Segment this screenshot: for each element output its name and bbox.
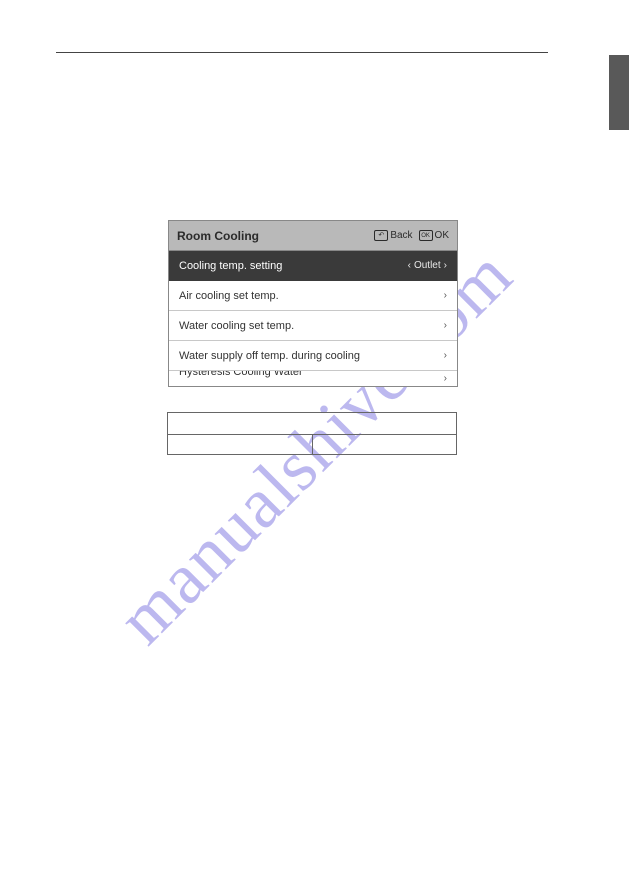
settings-table bbox=[167, 412, 457, 455]
chevron-right-icon: › bbox=[444, 260, 447, 271]
chevron-left-icon: ‹ bbox=[408, 260, 411, 271]
menu-row-water-cooling-set-temp[interactable]: Water cooling set temp. › bbox=[169, 311, 457, 341]
chevron-right-icon: › bbox=[444, 320, 447, 331]
table-cell bbox=[168, 413, 457, 435]
table-cell bbox=[168, 435, 313, 455]
menu-row-value: ‹ Outlet › bbox=[408, 260, 447, 271]
back-icon: ↶ bbox=[374, 230, 388, 241]
value-text: Outlet bbox=[414, 260, 441, 271]
screen-title: Room Cooling bbox=[177, 229, 259, 243]
chevron-right-icon: › bbox=[444, 373, 447, 384]
screen-header: Room Cooling ↶ Back OK OK bbox=[169, 221, 457, 251]
table-cell bbox=[312, 435, 457, 455]
ok-button[interactable]: OK OK bbox=[419, 230, 449, 241]
chevron-right-icon: › bbox=[444, 290, 447, 301]
page-side-tab bbox=[609, 55, 629, 130]
ok-icon: OK bbox=[419, 230, 433, 241]
menu-row-cooling-temp-setting[interactable]: Cooling temp. setting ‹ Outlet › bbox=[169, 251, 457, 281]
back-button[interactable]: ↶ Back bbox=[374, 230, 412, 241]
header-rule bbox=[56, 52, 548, 53]
menu-row-label: Water supply off temp. during cooling bbox=[179, 350, 360, 362]
menu-row-hysteresis-cooling-water[interactable]: Hysteresis Cooling Water › bbox=[169, 371, 457, 386]
menu-row-label: Water cooling set temp. bbox=[179, 320, 294, 332]
ok-label: OK bbox=[435, 230, 449, 241]
chevron-right-icon: › bbox=[444, 350, 447, 361]
table-row bbox=[168, 413, 457, 435]
menu-row-label: Hysteresis Cooling Water bbox=[179, 371, 303, 378]
menu-row-water-supply-off-temp[interactable]: Water supply off temp. during cooling › bbox=[169, 341, 457, 371]
screen-header-actions: ↶ Back OK OK bbox=[374, 230, 449, 241]
table-row bbox=[168, 435, 457, 455]
menu-row-label: Cooling temp. setting bbox=[179, 260, 282, 272]
device-screen: Room Cooling ↶ Back OK OK Cooling temp. … bbox=[168, 220, 458, 387]
back-label: Back bbox=[390, 230, 412, 241]
menu-row-air-cooling-set-temp[interactable]: Air cooling set temp. › bbox=[169, 281, 457, 311]
menu-row-label: Air cooling set temp. bbox=[179, 290, 279, 302]
